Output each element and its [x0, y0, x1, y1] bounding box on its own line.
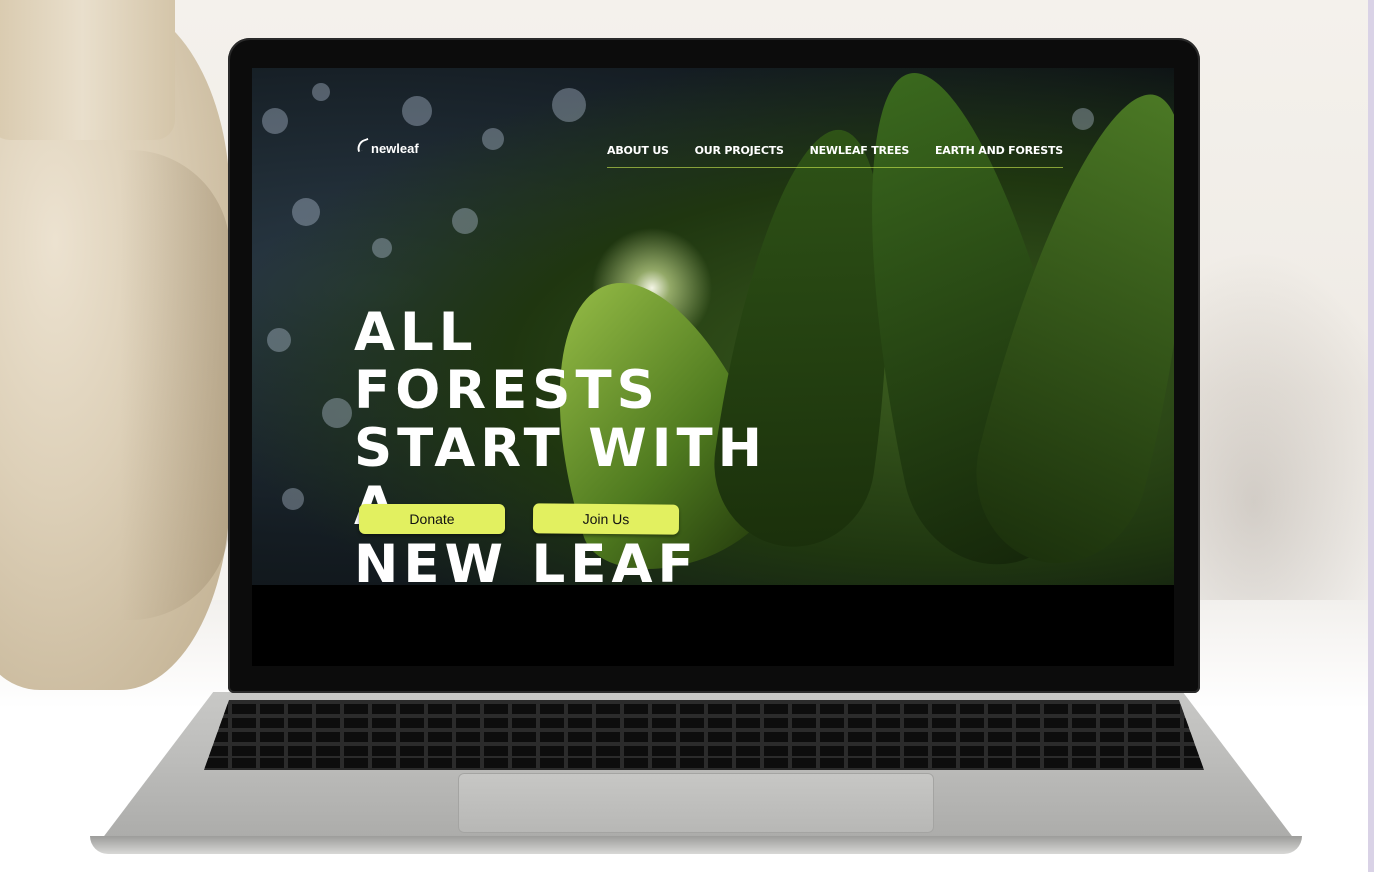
bokeh-light [322, 398, 352, 428]
bokeh-light [482, 128, 504, 150]
join-us-button[interactable]: Join Us [532, 503, 680, 535]
bokeh-light [372, 238, 392, 258]
bokeh-light [1072, 108, 1094, 130]
vase-shadow [120, 150, 230, 620]
laptop-trackpad [458, 773, 934, 833]
photo-scene: newleaf ABOUT US OUR PROJECTS NEWLEAF TR… [0, 0, 1374, 872]
newleaf-logo[interactable]: newleaf [354, 137, 419, 156]
nav-earth-and-forests[interactable]: EARTH AND FORESTS [935, 144, 1063, 167]
key-row [204, 746, 1204, 756]
hero-headline: ALL FORESTS START WITH A NEW LEAF [354, 302, 774, 586]
leaf-logo-icon [354, 137, 372, 153]
key-row [204, 758, 1204, 768]
nav-newleaf-trees[interactable]: NEWLEAF TREES [810, 144, 910, 167]
headline-line: ALL FORESTS [354, 302, 660, 421]
bokeh-light [282, 488, 304, 510]
vase-neck [0, 0, 175, 140]
main-navigation: ABOUT US OUR PROJECTS NEWLEAF TREES EART… [607, 144, 1063, 168]
key-row [204, 732, 1204, 742]
hero-section: newleaf ABOUT US OUR PROJECTS NEWLEAF TR… [252, 68, 1174, 585]
nav-our-projects[interactable]: OUR PROJECTS [695, 144, 784, 167]
bokeh-light [292, 198, 320, 226]
laptop-screen: newleaf ABOUT US OUR PROJECTS NEWLEAF TR… [252, 68, 1174, 666]
logo-text: newleaf [371, 141, 419, 156]
headline-line: NEW LEAF [354, 534, 699, 586]
bokeh-light [267, 328, 291, 352]
nav-about-us[interactable]: ABOUT US [607, 144, 669, 167]
key-row [204, 718, 1204, 728]
frame-edge [1368, 0, 1374, 872]
bokeh-light [262, 108, 288, 134]
donate-button[interactable]: Donate [359, 504, 505, 534]
bokeh-light [312, 83, 330, 101]
key-row [204, 704, 1204, 714]
bokeh-light [552, 88, 586, 122]
bokeh-light [402, 96, 432, 126]
laptop-front-edge [90, 836, 1302, 854]
bokeh-light [452, 208, 478, 234]
laptop-keyboard [204, 700, 1204, 770]
